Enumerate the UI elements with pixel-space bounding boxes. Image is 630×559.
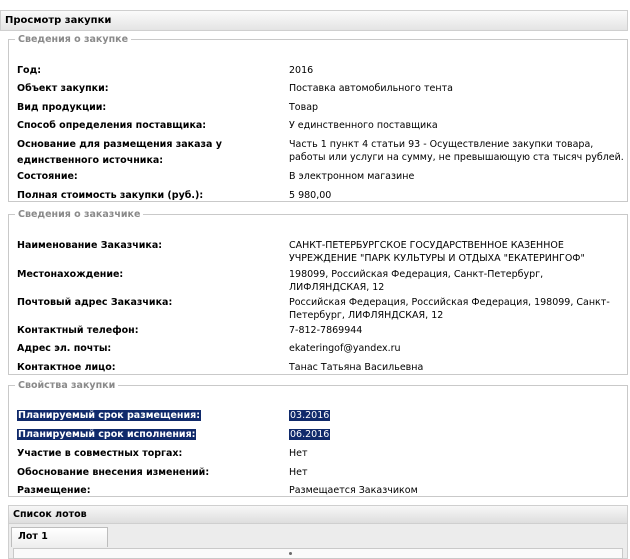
field-value: Нет (289, 448, 308, 459)
field-label: Наименование Заказчика: (17, 240, 163, 251)
purchase-info-section: Сведения о закупке Год: 2016 Объект заку… (8, 34, 628, 202)
selected-text: Планируемый срок исполнения: (17, 429, 197, 440)
field-value: Российская Федерация, Российская Федерац… (289, 297, 610, 321)
field-label: Способ определения поставщика: (17, 120, 207, 131)
purchase-props-legend: Свойства закупки (18, 380, 116, 391)
selected-text: 06.2016 (289, 429, 331, 440)
field-value: 03.2016 (289, 409, 624, 422)
tab-lot-1[interactable]: Лот 1 (11, 527, 108, 547)
field-label: Полная стоимость закупки (руб.): (17, 190, 204, 201)
field-value: 06.2016 (289, 428, 624, 441)
field-value: САНКТ-ПЕТЕРБУРГСКОЕ ГОСУДАРСТВЕННОЕ КАЗЕ… (289, 240, 585, 264)
purchase-props-section: Свойства закупки Планируемый срок размещ… (8, 380, 628, 497)
field-value: 5 980,00 (289, 190, 332, 201)
lots-header: Список лотов (8, 505, 628, 524)
field-label: Объект закупки: (17, 83, 109, 94)
field-label: Адрес эл. почты: (17, 343, 112, 354)
field-value: У единственного поставщика (289, 120, 438, 131)
window-title: Просмотр закупки (0, 10, 628, 31)
field-value: 198099, Российская Федерация, Санкт-Пете… (289, 269, 544, 293)
field-value: Поставка автомобильного тента (289, 83, 453, 94)
purchase-info-legend: Сведения о закупке (18, 34, 129, 45)
selected-text: 03.2016 (289, 410, 331, 421)
field-value: 7-812-7869944 (289, 325, 363, 336)
field-value: В электронном магазине (289, 171, 415, 182)
field-label: Планируемый срок размещения: (17, 408, 267, 424)
field-label: Почтовый адрес Заказчика: (17, 297, 173, 308)
customer-info-section: Сведения о заказчике Наименование Заказч… (8, 209, 628, 375)
field-label: Состояние: (17, 171, 78, 182)
lot-panel (13, 548, 623, 559)
field-label: Планируемый срок исполнения: (17, 427, 267, 443)
customer-info-legend: Сведения о заказчике (18, 209, 141, 220)
field-label: Местонахождение: (17, 269, 124, 280)
field-value[interactable]: ekateringof@yandex.ru (289, 342, 624, 355)
lots-tabbar: Лот 1 (8, 524, 628, 559)
field-label: Размещение: (17, 485, 91, 496)
field-value: Часть 1 пункт 4 статьи 93 - Осуществлени… (289, 139, 624, 163)
field-value: 2016 (289, 65, 314, 76)
field-value: Товар (289, 102, 319, 113)
field-label: Обоснование внесения изменений: (17, 467, 210, 478)
field-value: Танас Татьяна Васильевна (289, 362, 424, 373)
field-value: Размещается Заказчиком (289, 485, 418, 496)
field-label: Основание для размещения заказа у единст… (17, 139, 222, 166)
dot-icon (289, 552, 292, 555)
field-label: Год: (17, 65, 42, 76)
field-label: Контактный телефон: (17, 325, 139, 336)
field-label: Участие в совместных торгах: (17, 448, 183, 459)
field-label: Вид продукции: (17, 102, 107, 113)
field-label: Контактное лицо: (17, 362, 116, 373)
selected-text: Планируемый срок размещения: (17, 410, 202, 421)
field-value: Нет (289, 467, 308, 478)
